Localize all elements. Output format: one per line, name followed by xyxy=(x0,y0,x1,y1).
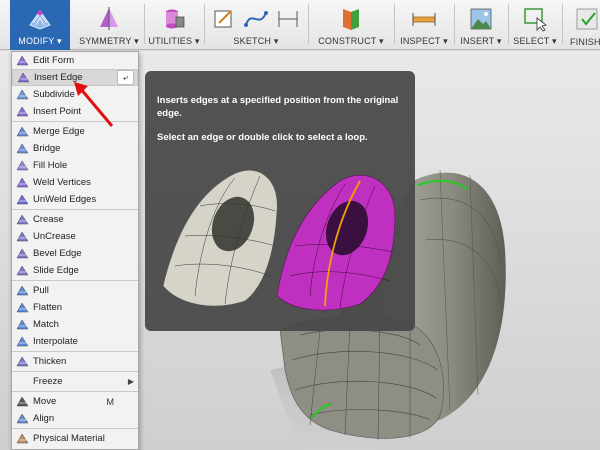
insert-point-icon xyxy=(16,106,29,117)
pointer-arrow-icon xyxy=(74,82,114,127)
menu-item-label: Fill Hole xyxy=(33,160,68,171)
symmetry-menu-button[interactable]: SYMMETRY ▾ xyxy=(76,0,142,50)
menu-item-freeze[interactable]: Freeze ▶ xyxy=(12,373,138,390)
menu-item-interpolate[interactable]: Interpolate xyxy=(12,333,138,350)
toolbar: MODIFY ▾ SYMMETRY ▾ UTILITIES ▾ SKETCH ▾… xyxy=(0,0,600,50)
menu-item-fill-hole[interactable]: Fill Hole xyxy=(12,157,138,174)
construct-menu-button[interactable]: CONSTRUCT ▾ xyxy=(310,0,392,50)
insert-edge-tooltip: Inserts edges at a specified position fr… xyxy=(145,71,415,331)
menu-separator xyxy=(12,428,138,429)
menu-item-flatten[interactable]: Flatten xyxy=(12,299,138,316)
crease-icon xyxy=(16,214,29,225)
menu-item-match[interactable]: Match xyxy=(12,316,138,333)
menu-separator xyxy=(12,391,138,392)
modify-menu-button[interactable]: MODIFY ▾ xyxy=(10,0,70,50)
menu-item-crease[interactable]: Crease xyxy=(12,211,138,228)
menu-item-bridge[interactable]: Bridge xyxy=(12,140,138,157)
menu-item-edit-form[interactable]: Edit Form xyxy=(12,52,138,69)
dimension-icon xyxy=(278,11,298,27)
menu-item-label: Thicken xyxy=(33,356,67,367)
pull-icon xyxy=(16,285,29,296)
create-sketch-icon xyxy=(214,10,232,28)
menu-item-label: Flatten xyxy=(33,302,63,313)
menu-item-thicken[interactable]: Thicken xyxy=(12,353,138,370)
thicken-icon xyxy=(16,356,29,367)
menu-item-label: Physical Material xyxy=(33,433,105,444)
interpolate-icon xyxy=(16,336,29,347)
tooltip-instruction: Select an edge or double click to select… xyxy=(157,132,368,143)
bevel-edge-icon xyxy=(16,248,29,259)
measure-icon xyxy=(412,13,436,26)
inspect-menu-button[interactable]: INSPECT ▾ xyxy=(396,0,452,50)
utilities-icon xyxy=(166,9,185,29)
tooltip-illustration xyxy=(162,170,396,311)
menu-item-label: Align xyxy=(33,413,55,424)
sketch-menu-button[interactable]: SKETCH ▾ xyxy=(206,0,306,50)
spline-icon xyxy=(244,11,268,27)
finish-form-icon xyxy=(576,8,598,30)
select-menu-button[interactable]: SELECT ▾ xyxy=(510,0,560,50)
menu-item-shortcut: M xyxy=(106,396,115,407)
merge-edge-icon xyxy=(16,126,29,137)
insert-image-icon xyxy=(470,8,492,30)
menu-item-weld-vertices[interactable]: Weld Vertices xyxy=(12,174,138,191)
submenu-arrow-icon: ▶ xyxy=(127,377,134,386)
insert-menu-button[interactable]: INSERT ▾ xyxy=(456,0,506,50)
menu-item-move[interactable]: Move M xyxy=(12,393,138,410)
modify-form-icon xyxy=(29,10,51,30)
menu-item-label: UnCrease xyxy=(33,231,76,242)
bridge-icon xyxy=(16,143,29,154)
uncrease-icon xyxy=(16,231,29,242)
menu-item-pull[interactable]: Pull xyxy=(12,282,138,299)
menu-item-spacer xyxy=(16,376,29,387)
menu-item-label: Pull xyxy=(33,285,49,296)
menu-item-label: Freeze xyxy=(33,376,63,387)
slide-edge-icon xyxy=(16,265,29,276)
flatten-icon xyxy=(16,302,29,313)
edit-form-icon xyxy=(16,55,29,66)
insert-edge-icon xyxy=(17,72,30,83)
menu-item-physical-material[interactable]: Physical Material xyxy=(12,430,138,447)
menu-item-uncrease[interactable]: UnCrease xyxy=(12,228,138,245)
menu-item-label: Match xyxy=(33,319,59,330)
menu-item-label: Subdivide xyxy=(33,89,75,100)
subdivide-icon xyxy=(16,89,29,100)
select-box-icon xyxy=(524,8,547,32)
finish-form-button[interactable]: FINISH xyxy=(564,0,600,50)
menu-item-label: Edit Form xyxy=(33,55,75,66)
menu-item-label: Interpolate xyxy=(33,336,78,347)
menu-item-label: Bevel Edge xyxy=(33,248,82,259)
menu-item-label: Crease xyxy=(33,214,64,225)
menu-item-align[interactable]: Align xyxy=(12,410,138,427)
menu-item-label: Move xyxy=(33,396,57,407)
menu-item-bevel-edge[interactable]: Bevel Edge xyxy=(12,245,138,262)
physical-material-icon xyxy=(16,433,29,444)
menu-separator xyxy=(12,280,138,281)
menu-item-label: UnWeld Edges xyxy=(33,194,97,205)
weld-vertices-icon xyxy=(16,177,29,188)
fill-hole-icon xyxy=(16,160,29,171)
tooltip-description: Inserts edges at a specified position fr… xyxy=(157,95,399,119)
menu-item-label: Bridge xyxy=(33,143,61,154)
unweld-edges-icon xyxy=(16,194,29,205)
menu-item-label: Weld Vertices xyxy=(33,177,91,188)
menu-separator xyxy=(12,209,138,210)
menu-item-unweld-edges[interactable]: UnWeld Edges xyxy=(12,191,138,208)
menu-item-label: Slide Edge xyxy=(33,265,79,276)
align-icon xyxy=(16,413,29,424)
move-icon xyxy=(16,396,29,407)
menu-separator xyxy=(12,371,138,372)
menu-item-slide-edge[interactable]: Slide Edge xyxy=(12,262,138,279)
menu-separator xyxy=(12,351,138,352)
symmetry-icon xyxy=(100,7,118,30)
utilities-menu-button[interactable]: UTILITIES ▾ xyxy=(146,0,202,50)
match-icon xyxy=(16,319,29,330)
construct-plane-icon xyxy=(343,9,359,30)
